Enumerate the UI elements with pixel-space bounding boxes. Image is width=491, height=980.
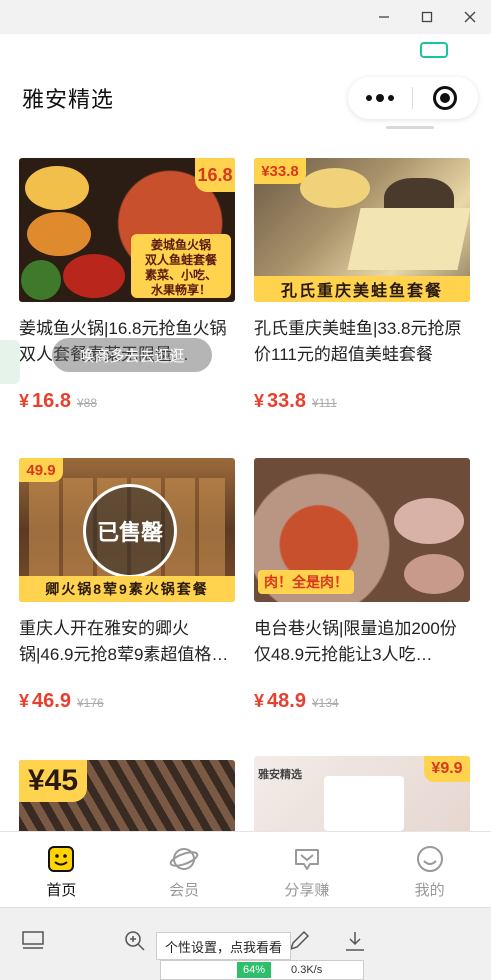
price: ¥46.9 [19, 690, 71, 713]
tofu-slices [347, 208, 470, 270]
image-banner: 孔氏重庆美蛙鱼套餐 [254, 276, 470, 302]
tooltip: 个性设置，点我看看 [156, 932, 292, 960]
price-badge: ¥45 [19, 760, 87, 802]
tab-mine[interactable]: 我的 [368, 832, 491, 907]
original-price: ¥88 [76, 396, 97, 410]
price-value: 48.9 [267, 690, 306, 712]
food-bowl [27, 212, 91, 256]
price: ¥48.9 [254, 690, 306, 713]
minimize-icon[interactable] [362, 0, 406, 34]
product-card[interactable]: 16.8 姜城鱼火锅 双人鱼蛙套餐 素菜、小吃、 水果畅享！ 姜城鱼火锅|16.… [19, 158, 237, 413]
promo-line: 双人鱼蛙套餐 [144, 253, 217, 267]
product-card[interactable]: 肉！全是肉！ 电台巷火锅|限量追加200份仅48.9元抢能让3人吃… ¥48.9… [254, 458, 472, 713]
product-image[interactable]: 肉！全是肉！ [254, 458, 470, 602]
battery-percent: 64% [237, 962, 272, 978]
price-row: ¥33.8 ¥111 [254, 390, 472, 413]
meat-plate [394, 498, 464, 544]
promo-line: 水果畅享！ [150, 283, 211, 297]
original-price-value: 176 [83, 696, 104, 710]
yen-symbol: ¥ [254, 691, 265, 711]
price-badge: 16.8 [195, 158, 235, 192]
page-title: 雅安精选 [22, 87, 115, 112]
price-badge: ¥33.8 [254, 158, 306, 184]
tab-member[interactable]: 会员 [123, 832, 246, 907]
price-row: ¥16.8 ¥88 [19, 390, 237, 413]
bottom-tabbar: 首页 会员 分享赚 我的 [0, 831, 491, 907]
battery-icon [420, 42, 448, 58]
original-price-value: 88 [83, 396, 97, 410]
product-card[interactable]: 49.9 已售罄 卿火锅8荤9素火锅套餐 重庆人开在雅安的卿火锅|46.9元抢8… [19, 458, 237, 713]
window-titlebar [0, 0, 491, 34]
brand-corner: 雅安精选 [258, 769, 302, 781]
tab-share[interactable]: 分享赚 [246, 832, 369, 907]
price-badge: ¥9.9 [424, 756, 470, 782]
side-tag[interactable] [0, 340, 20, 384]
product-image[interactable]: 16.8 姜城鱼火锅 双人鱼蛙套餐 素菜、小吃、 水果畅享！ [19, 158, 235, 302]
food-bowl [63, 254, 125, 298]
original-price: ¥111 [311, 396, 337, 410]
share-heart-icon [292, 844, 322, 874]
tab-home[interactable]: 首页 [0, 832, 123, 907]
miniapp-capsule [348, 77, 478, 119]
yen-symbol: ¥ [19, 391, 30, 411]
promo-line: 姜城鱼火锅 [150, 238, 211, 252]
product-title[interactable]: 电台巷火锅|限量追加200份仅48.9元抢能让3人吃… [254, 616, 472, 668]
scroll-indicator [386, 126, 434, 129]
product-image[interactable]: ¥45 [19, 760, 235, 831]
download-icon[interactable] [342, 928, 368, 954]
price: ¥16.8 [19, 390, 71, 413]
noodle-plate [300, 168, 370, 208]
product-image[interactable]: 雅安精选 ¥9.9 [254, 756, 470, 831]
price-row: ¥46.9 ¥176 [19, 690, 237, 713]
image-banner: 卿火锅8荤9素火锅套餐 [19, 576, 235, 602]
product-card[interactable]: ¥45 [19, 760, 237, 831]
price-value: 16.8 [32, 390, 71, 412]
price-value: 46.9 [32, 690, 71, 712]
price-row: ¥48.9 ¥134 [254, 690, 472, 713]
tab-label: 分享赚 [284, 882, 330, 899]
original-price: ¥134 [311, 696, 339, 710]
product-card[interactable]: ¥33.8 孔氏重庆美蛙鱼套餐 孔氏重庆美蛙鱼|33.8元抢原价111元的超值美… [254, 158, 472, 413]
meat-plate [404, 554, 464, 594]
product-card[interactable]: 雅安精选 ¥9.9 [254, 756, 472, 831]
original-price-value: 111 [318, 396, 337, 410]
tab-label: 我的 [414, 882, 445, 899]
product-title[interactable]: 孔氏重庆美蛙鱼|33.8元抢原价111元的超值美蛙套餐 [254, 316, 472, 368]
maximize-icon[interactable] [405, 0, 449, 34]
layout-icon[interactable] [20, 928, 46, 954]
yen-symbol: ¥ [254, 391, 265, 411]
planet-icon [169, 844, 199, 874]
promo-line: 素菜、小吃、 [144, 268, 217, 282]
product-image[interactable]: ¥33.8 孔氏重庆美蛙鱼套餐 [254, 158, 470, 302]
product-title[interactable]: 重庆人开在雅安的卿火锅|46.9元抢8荤9素超值格子… [19, 616, 237, 668]
smile-icon [415, 844, 445, 874]
system-tray: 64% 0.3K/s [160, 960, 364, 980]
promo-text-box: 姜城鱼火锅 双人鱼蛙套餐 素菜、小吃、 水果畅享！ [131, 234, 231, 298]
home-face-icon [46, 844, 76, 874]
original-price-value: 134 [318, 696, 339, 710]
food-bowl [25, 166, 89, 210]
sold-out-badge: 已售罄 [83, 484, 177, 578]
product-image[interactable]: 49.9 已售罄 卿火锅8荤9素火锅套餐 [19, 458, 235, 602]
food-bowl [21, 260, 61, 300]
close-icon[interactable] [448, 0, 491, 34]
price: ¥33.8 [254, 390, 306, 413]
promo-badge: 肉！全是肉！ [258, 570, 354, 594]
net-speed: 0.3K/s [291, 964, 323, 976]
target-icon[interactable] [413, 77, 477, 119]
price-badge: 49.9 [19, 458, 63, 482]
tab-label: 会员 [169, 882, 200, 899]
toast: 唤商多去去逛逛 [52, 338, 212, 372]
tab-label: 首页 [46, 882, 77, 899]
more-dots-icon[interactable] [348, 77, 412, 119]
original-price: ¥176 [76, 696, 104, 710]
price-value: 33.8 [267, 390, 306, 412]
cup-image [324, 776, 404, 831]
zoom-in-icon[interactable] [122, 928, 148, 954]
yen-symbol: ¥ [19, 691, 30, 711]
